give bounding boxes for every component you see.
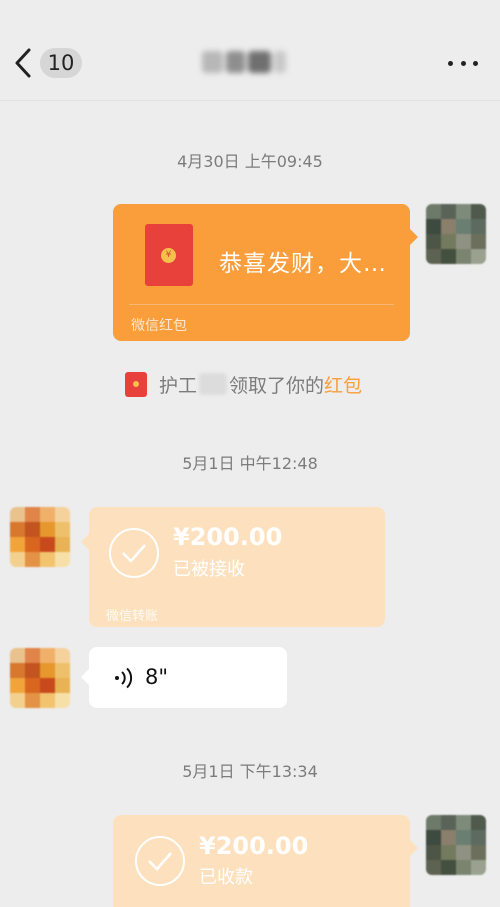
chat-title-obscured — [202, 47, 286, 77]
voice-message[interactable]: 8" — [81, 647, 287, 708]
check-icon — [109, 528, 159, 578]
transfer-amount: ¥200.00 — [173, 523, 283, 551]
red-packet-link[interactable]: 红包 — [324, 371, 362, 398]
red-packet-icon — [125, 371, 147, 397]
transfer-status: 已被接收 — [173, 559, 245, 580]
avatar[interactable] — [426, 815, 486, 875]
red-packet-greeting: 恭喜发财，大… — [219, 251, 387, 277]
transfer-amount: ¥200.00 — [199, 832, 309, 860]
divider — [129, 304, 394, 305]
more-icon[interactable] — [448, 58, 478, 68]
avatar[interactable] — [10, 648, 70, 708]
timestamp: 5月1日 下午13:34 — [182, 762, 318, 781]
obscured-name — [199, 373, 228, 395]
transfer-status: 已收款 — [199, 867, 253, 888]
voice-icon — [115, 667, 133, 689]
timestamp: 5月1日 中午12:48 — [182, 454, 318, 473]
red-packet-icon: ¥ — [145, 224, 193, 286]
transfer-message[interactable]: ¥200.00 已被接收 微信转账 — [81, 507, 385, 627]
transfer-message[interactable]: ¥200.00 已收款 — [113, 815, 418, 907]
avatar[interactable] — [10, 507, 70, 567]
red-packet-message[interactable]: ¥ 恭喜发财，大… 微信红包 — [113, 204, 418, 341]
unread-count-badge[interactable]: 10 — [40, 48, 82, 78]
back-icon[interactable] — [12, 47, 34, 79]
avatar[interactable] — [426, 204, 486, 264]
chat-header: 10 — [0, 0, 500, 101]
transfer-label: 微信转账 — [106, 609, 159, 624]
red-packet-claimed-notice: 护工 领取了你的 红包 — [125, 369, 362, 399]
check-icon — [135, 836, 185, 886]
red-packet-label: 微信红包 — [131, 318, 187, 334]
timestamp: 4月30日 上午09:45 — [177, 152, 323, 171]
voice-duration: 8" — [145, 665, 169, 689]
